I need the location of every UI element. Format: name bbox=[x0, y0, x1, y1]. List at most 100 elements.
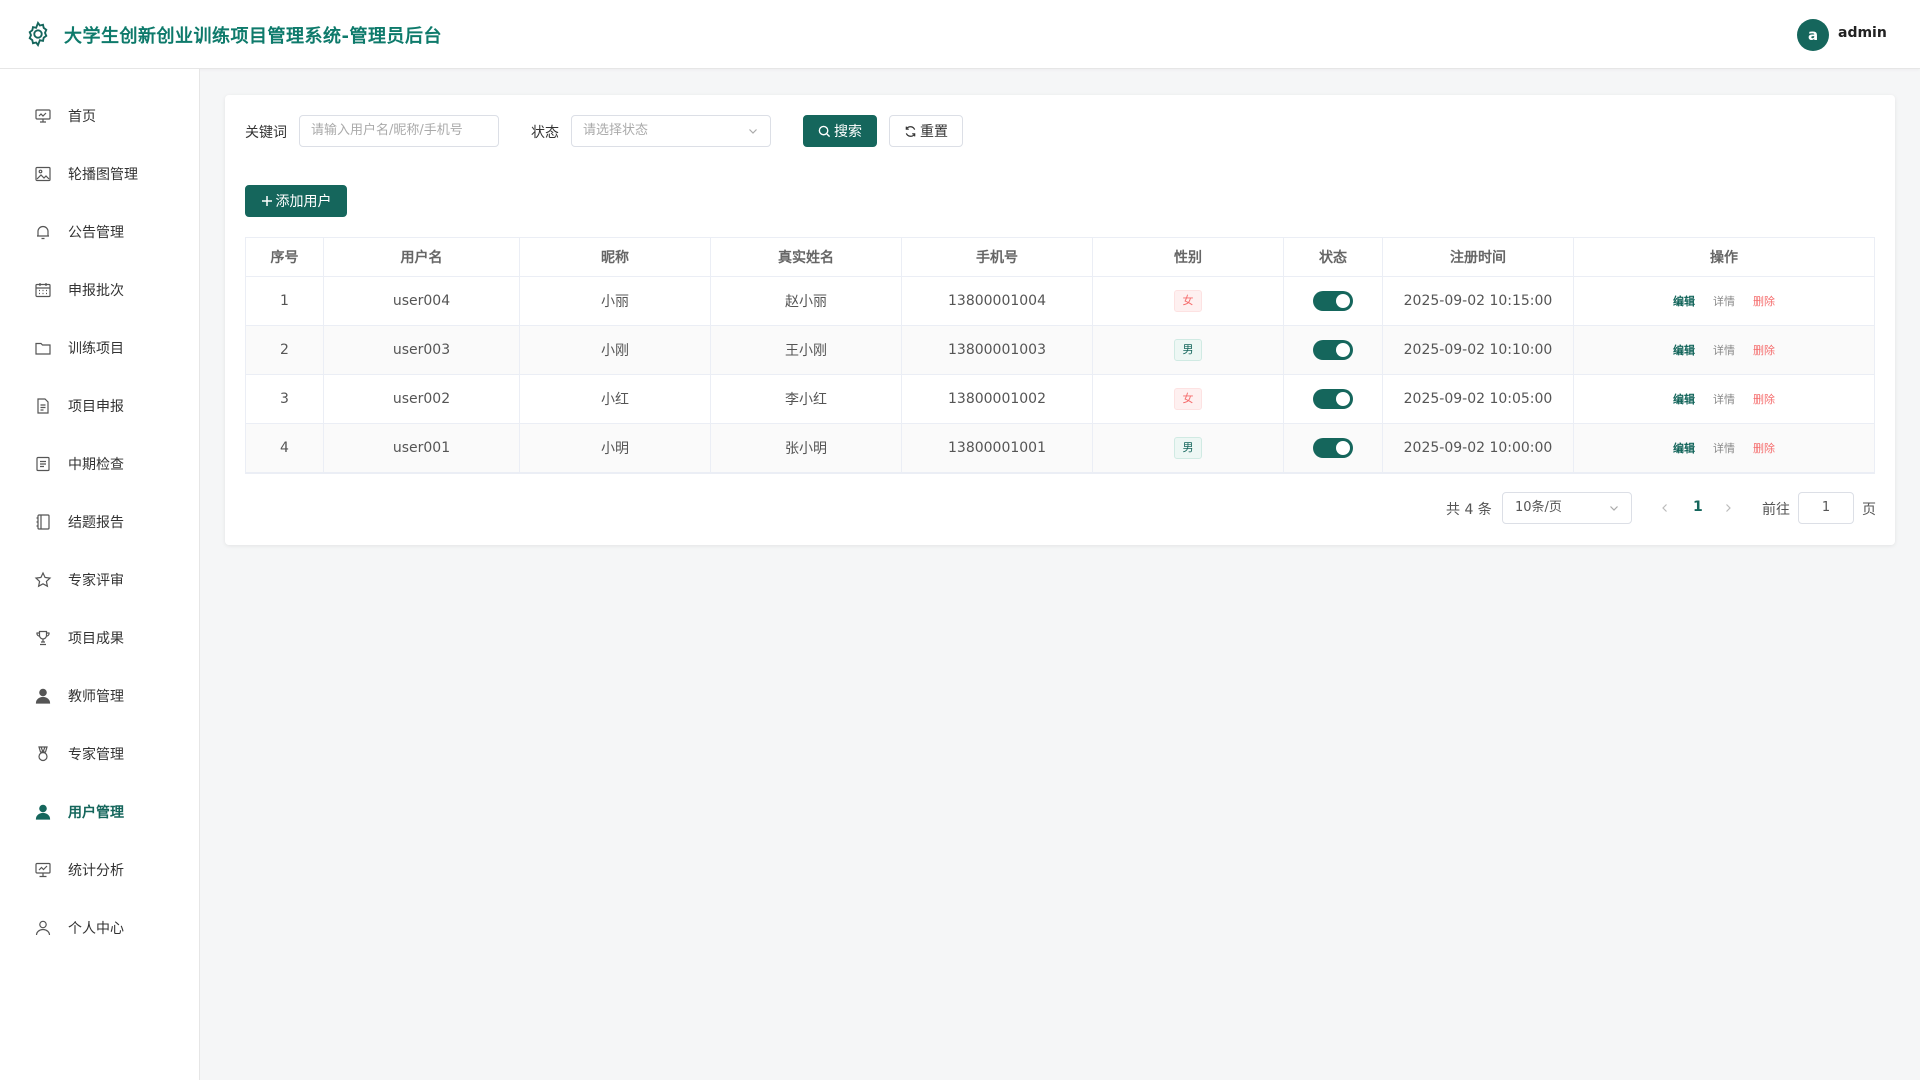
sidebar-item-8[interactable]: 专家评审 bbox=[0, 555, 199, 605]
edit-button[interactable]: 编辑 bbox=[1673, 342, 1695, 358]
current-page[interactable]: 1 bbox=[1693, 499, 1703, 515]
status-select[interactable]: 请选择状态 bbox=[571, 115, 771, 147]
goto-page-input[interactable]: 1 bbox=[1798, 492, 1854, 524]
nickname-cell: 小红 bbox=[520, 375, 711, 423]
sidebar-item-label: 专家管理 bbox=[68, 747, 124, 763]
user-table: 序号 用户名 昵称 真实姓名 手机号 性别 状态 注册时间 操作 1 user004 小丽 赵小丽 138… bbox=[245, 237, 1875, 474]
sidebar-item-12[interactable]: 用户管理 bbox=[0, 787, 199, 837]
search-button[interactable]: 搜索 bbox=[803, 115, 877, 147]
notebook-icon bbox=[36, 514, 50, 530]
username-cell: user004 bbox=[324, 277, 520, 325]
sidebar-item-9[interactable]: 项目成果 bbox=[0, 613, 199, 663]
delete-button[interactable]: 删除 bbox=[1753, 391, 1775, 407]
status-cell bbox=[1284, 424, 1383, 472]
chevron-down-icon bbox=[1610, 506, 1618, 511]
calendar-icon bbox=[35, 283, 51, 298]
edit-button[interactable]: 编辑 bbox=[1673, 391, 1695, 407]
column-header: 状态 bbox=[1284, 238, 1383, 276]
delete-button[interactable]: 删除 bbox=[1753, 293, 1775, 309]
bell-icon bbox=[37, 225, 49, 240]
realname-cell: 张小明 bbox=[711, 424, 902, 472]
next-page-icon[interactable] bbox=[1723, 503, 1733, 513]
index-cell: 2 bbox=[246, 326, 324, 374]
sidebar-item-label: 训练项目 bbox=[68, 341, 124, 357]
status-toggle[interactable] bbox=[1313, 340, 1353, 360]
sidebar-item-5[interactable]: 项目申报 bbox=[0, 381, 199, 431]
column-header: 注册时间 bbox=[1383, 238, 1574, 276]
sidebar-item-label: 首页 bbox=[68, 109, 96, 125]
sidebar-item-13[interactable]: 统计分析 bbox=[0, 845, 199, 895]
add-user-button[interactable]: 添加用户 bbox=[245, 185, 347, 217]
detail-button[interactable]: 详情 bbox=[1713, 440, 1735, 456]
sidebar-item-label: 申报批次 bbox=[68, 283, 124, 299]
column-header: 序号 bbox=[246, 238, 324, 276]
username-cell: user001 bbox=[324, 424, 520, 472]
app-title: 大学生创新创业训练项目管理系统-管理员后台 bbox=[64, 26, 442, 47]
phone-cell: 13800001004 bbox=[902, 277, 1093, 325]
table-row: 2 user003 小刚 王小刚 13800001003 男 2025-09-02 10:1… bbox=[246, 326, 1874, 375]
username-label[interactable]: admin bbox=[1838, 25, 1887, 41]
created-cell: 2025-09-02 10:15:00 bbox=[1383, 277, 1574, 325]
sidebar-item-2[interactable]: 公告管理 bbox=[0, 207, 199, 257]
sidebar-item-7[interactable]: 结题报告 bbox=[0, 497, 199, 547]
delete-button[interactable]: 删除 bbox=[1753, 342, 1775, 358]
add-user-button-label: 添加用户 bbox=[275, 194, 332, 210]
realname-cell: 李小红 bbox=[711, 375, 902, 423]
data-board-icon bbox=[35, 862, 51, 878]
status-toggle[interactable] bbox=[1313, 291, 1353, 311]
gender-cell: 男 bbox=[1093, 424, 1284, 472]
gender-cell: 女 bbox=[1093, 277, 1284, 325]
edit-button[interactable]: 编辑 bbox=[1673, 440, 1695, 456]
sidebar: 首页轮播图管理公告管理申报批次训练项目项目申报中期检查结题报告专家评审项目成果教… bbox=[0, 69, 200, 1080]
gender-tag: 男 bbox=[1174, 339, 1202, 361]
index-cell: 4 bbox=[246, 424, 324, 472]
username-cell: user003 bbox=[324, 326, 520, 374]
sidebar-item-1[interactable]: 轮播图管理 bbox=[0, 149, 199, 199]
status-cell bbox=[1284, 326, 1383, 374]
avatar[interactable]: a bbox=[1797, 19, 1829, 51]
refresh-icon bbox=[905, 125, 916, 137]
sidebar-item-3[interactable]: 申报批次 bbox=[0, 265, 199, 315]
sidebar-item-label: 教师管理 bbox=[68, 689, 124, 705]
index-cell: 1 bbox=[246, 277, 324, 325]
phone-cell: 13800001003 bbox=[902, 326, 1093, 374]
reset-button[interactable]: 重置 bbox=[889, 115, 963, 147]
column-header: 昵称 bbox=[520, 238, 711, 276]
tickets-icon bbox=[36, 456, 50, 472]
created-cell: 2025-09-02 10:10:00 bbox=[1383, 326, 1574, 374]
page-size-value: 10条/页 bbox=[1515, 500, 1562, 515]
sidebar-item-10[interactable]: 教师管理 bbox=[0, 671, 199, 721]
medal-icon bbox=[38, 746, 48, 762]
status-cell bbox=[1284, 277, 1383, 325]
sidebar-item-4[interactable]: 训练项目 bbox=[0, 323, 199, 373]
realname-cell: 赵小丽 bbox=[711, 277, 902, 325]
keyword-input[interactable]: 请输入用户名/昵称/手机号 bbox=[299, 115, 499, 147]
detail-button[interactable]: 详情 bbox=[1713, 342, 1735, 358]
phone-cell: 13800001001 bbox=[902, 424, 1093, 472]
sidebar-item-label: 项目申报 bbox=[68, 399, 124, 415]
sidebar-item-label: 用户管理 bbox=[68, 805, 124, 821]
table-header-row: 序号 用户名 昵称 真实姓名 手机号 性别 状态 注册时间 操作 bbox=[246, 238, 1874, 277]
page-suffix: 页 bbox=[1862, 502, 1876, 518]
realname-cell: 王小刚 bbox=[711, 326, 902, 374]
detail-button[interactable]: 详情 bbox=[1713, 293, 1735, 309]
detail-button[interactable]: 详情 bbox=[1713, 391, 1735, 407]
sidebar-item-11[interactable]: 专家管理 bbox=[0, 729, 199, 779]
gender-cell: 男 bbox=[1093, 326, 1284, 374]
sidebar-item-6[interactable]: 中期检查 bbox=[0, 439, 199, 489]
star-icon bbox=[34, 571, 52, 588]
nickname-cell: 小明 bbox=[520, 424, 711, 472]
keyword-label: 关键词 bbox=[245, 125, 287, 141]
status-toggle[interactable] bbox=[1313, 438, 1353, 458]
status-toggle[interactable] bbox=[1313, 389, 1353, 409]
delete-button[interactable]: 删除 bbox=[1753, 440, 1775, 456]
table-row: 3 user002 小红 李小红 13800001002 女 2025-09-02 10:0… bbox=[246, 375, 1874, 424]
pagination-total: 共 4 条 bbox=[1446, 502, 1492, 518]
sidebar-item-14[interactable]: 个人中心 bbox=[0, 903, 199, 953]
column-header: 手机号 bbox=[902, 238, 1093, 276]
prev-page-icon[interactable] bbox=[1660, 503, 1670, 513]
sidebar-item-0[interactable]: 首页 bbox=[0, 91, 199, 141]
column-header: 用户名 bbox=[324, 238, 520, 276]
page-size-select[interactable]: 10条/页 bbox=[1502, 492, 1632, 524]
edit-button[interactable]: 编辑 bbox=[1673, 293, 1695, 309]
